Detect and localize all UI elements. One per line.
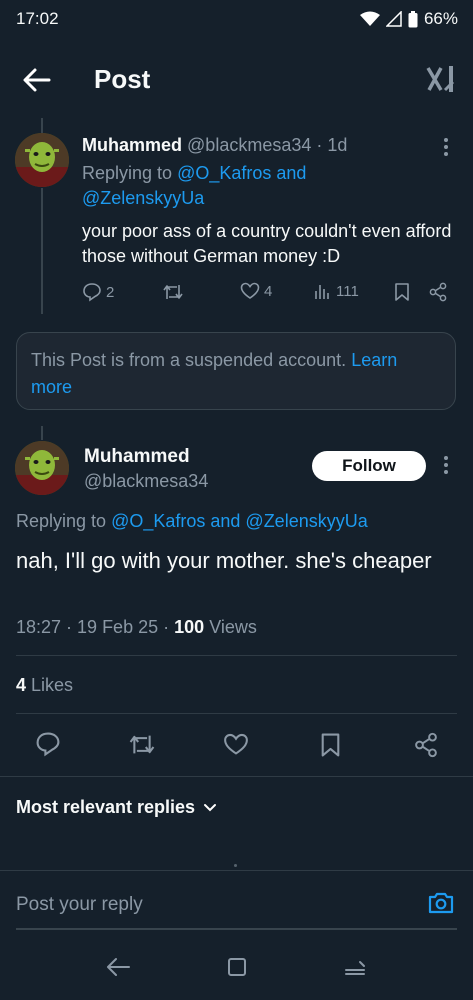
- divider: [0, 776, 473, 777]
- post-time: · 1d: [316, 135, 348, 155]
- like-count: 4: [264, 282, 273, 300]
- replying-prefix: Replying to: [82, 163, 173, 183]
- replying-link[interactable]: @O_Kafros and: [177, 163, 306, 183]
- avatar-image: [15, 441, 69, 495]
- main-share-button[interactable]: [413, 732, 439, 758]
- views-count: 100: [174, 617, 205, 637]
- post-timestamp[interactable]: 18:27 · 19 Feb 25 ·: [16, 617, 169, 637]
- avatar-main[interactable]: [15, 441, 69, 495]
- main-like-button[interactable]: [223, 733, 249, 756]
- bookmark-icon: [321, 733, 340, 757]
- main-display-name[interactable]: Muhammed: [84, 446, 190, 468]
- avatar[interactable]: [15, 133, 69, 187]
- share-icon: [429, 282, 447, 302]
- main-bookmark-button[interactable]: [320, 732, 341, 758]
- likes-label: Likes: [31, 675, 74, 695]
- avatar-image: [15, 133, 69, 187]
- main-repost-button[interactable]: [128, 733, 156, 756]
- chevron-down-icon: [204, 803, 217, 811]
- replying-prefix: Replying to: [16, 511, 107, 531]
- share-icon: [415, 732, 437, 758]
- replying-to: Replying to @O_Kafros and @ZelenskyyUa: [82, 161, 442, 211]
- reply-icon: [83, 283, 101, 302]
- thread-line-top: [41, 118, 43, 134]
- repost-icon: [129, 735, 155, 754]
- share-button[interactable]: [428, 282, 448, 302]
- more-vertical-icon: [444, 138, 448, 156]
- post-meta: 18:27 · 19 Feb 25 · 100 Views: [16, 617, 257, 638]
- suspended-notice: This Post is from a suspended account. L…: [16, 332, 456, 410]
- reply-input-underline: [16, 928, 457, 930]
- more-options-button[interactable]: [438, 136, 454, 158]
- repost-button[interactable]: [162, 283, 184, 301]
- post-author-row: Muhammed @blackmesa34 · 1d: [82, 135, 347, 156]
- camera-icon: [428, 892, 454, 914]
- reply-button[interactable]: 2: [82, 282, 114, 302]
- analytics-icon: [315, 285, 329, 299]
- main-post-text: nah, I'll go with your mother. she's che…: [16, 548, 432, 573]
- main-reply-button[interactable]: [35, 731, 61, 757]
- reply-icon: [36, 732, 60, 757]
- loading-dot: [234, 864, 237, 867]
- view-count: 111: [336, 282, 359, 300]
- views-label: Views: [209, 617, 257, 637]
- divider: [16, 655, 457, 656]
- likes-summary[interactable]: 4 Likes: [16, 675, 73, 696]
- page-title: Post: [94, 64, 151, 94]
- nav-home-icon: [228, 958, 246, 976]
- repost-icon: [163, 285, 183, 299]
- thread-line-main: [41, 426, 43, 440]
- heart-icon: [240, 282, 260, 299]
- nav-back-button[interactable]: [105, 956, 131, 978]
- like-button[interactable]: 4: [240, 282, 272, 300]
- more-vertical-icon: [444, 456, 448, 474]
- main-handle[interactable]: @blackmesa34: [84, 471, 208, 492]
- bookmark-icon: [395, 283, 409, 301]
- follow-button[interactable]: Follow: [312, 451, 426, 481]
- reply-input[interactable]: Post your reply: [16, 894, 143, 916]
- replying-link-2[interactable]: @ZelenskyyUa: [82, 188, 204, 208]
- nav-recents-icon: [345, 961, 365, 975]
- display-name[interactable]: Muhammed: [82, 135, 182, 155]
- nav-recents-button[interactable]: [344, 958, 366, 976]
- bookmark-button[interactable]: [394, 282, 410, 302]
- camera-button[interactable]: [427, 891, 455, 915]
- divider: [0, 870, 473, 871]
- main-replying-to: Replying to @O_Kafros and @ZelenskyyUa: [16, 511, 368, 532]
- replies-sort-dropdown[interactable]: Most relevant replies: [16, 797, 217, 818]
- views-button[interactable]: 111: [314, 282, 359, 300]
- battery-icon: [408, 10, 418, 27]
- suspended-text: This Post is from a suspended account.: [31, 350, 347, 370]
- handle[interactable]: @blackmesa34: [187, 135, 311, 155]
- replies-sort-label: Most relevant replies: [16, 797, 196, 817]
- heart-icon: [224, 733, 248, 755]
- wifi-icon: [359, 11, 380, 26]
- divider: [16, 713, 457, 714]
- battery-percent: 66%: [423, 9, 458, 28]
- nav-home-button[interactable]: [227, 957, 247, 977]
- replying-links[interactable]: @O_Kafros and @ZelenskyyUa: [111, 511, 368, 531]
- grok-icon[interactable]: [425, 64, 457, 94]
- thread-line: [41, 188, 43, 314]
- status-time: 17:02: [16, 9, 59, 28]
- status-icons: 66%: [359, 9, 458, 29]
- signal-icon: [385, 11, 402, 27]
- post-text: your poor ass of a country couldn't even…: [82, 221, 452, 266]
- arrow-left-icon: [23, 68, 51, 92]
- nav-back-icon: [107, 958, 130, 976]
- back-button[interactable]: [22, 66, 52, 94]
- likes-count: 4: [16, 675, 27, 695]
- main-more-options-button[interactable]: [438, 454, 454, 476]
- reply-count: 2: [106, 283, 115, 301]
